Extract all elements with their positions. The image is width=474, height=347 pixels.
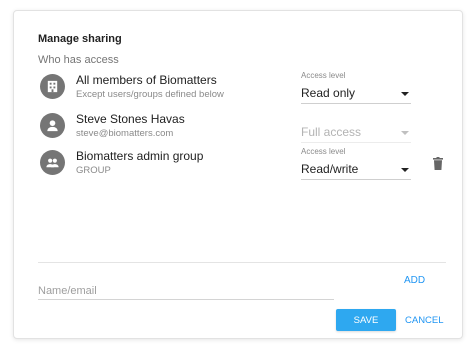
dropdown-arrow-icon [401, 92, 409, 96]
group-icon [40, 150, 65, 175]
add-button[interactable]: ADD [404, 275, 425, 286]
save-button[interactable]: SAVE [336, 309, 396, 331]
access-level-value: Read/write [301, 162, 359, 176]
divider [38, 262, 446, 263]
access-level-label: Access level [301, 147, 346, 156]
cancel-button[interactable]: CANCEL [405, 309, 444, 331]
entry-description: Except users/groups defined below [76, 89, 224, 100]
dropdown-arrow-icon [401, 131, 409, 135]
manage-sharing-dialog: Manage sharing Who has access All member… [13, 10, 463, 339]
who-has-access-heading: Who has access [38, 54, 119, 66]
dialog-title: Manage sharing [38, 33, 122, 45]
name-email-input[interactable] [38, 282, 334, 300]
sharing-entry-steve: Steve Stones Havas steve@biomatters.com … [38, 110, 448, 150]
entry-name: All members of Biomatters [76, 73, 217, 87]
building-icon [40, 74, 65, 99]
access-level-value: Full access [301, 125, 362, 139]
sharing-entry-admin-group: Biomatters admin group GROUP Access leve… [38, 147, 448, 187]
person-icon [40, 113, 65, 138]
entry-name: Biomatters admin group [76, 149, 204, 163]
delete-icon[interactable] [433, 157, 443, 170]
entry-name: Steve Stones Havas [76, 112, 185, 126]
entry-type: GROUP [76, 165, 111, 176]
access-level-dropdown[interactable]: Read only [301, 83, 411, 104]
access-level-value: Read only [301, 86, 356, 100]
sharing-entry-all-members: All members of Biomatters Except users/g… [38, 71, 448, 111]
access-level-label: Access level [301, 71, 346, 80]
access-level-dropdown-disabled: Full access [301, 122, 411, 143]
dropdown-arrow-icon [401, 168, 409, 172]
entry-email: steve@biomatters.com [76, 128, 174, 139]
access-level-dropdown[interactable]: Read/write [301, 159, 411, 180]
